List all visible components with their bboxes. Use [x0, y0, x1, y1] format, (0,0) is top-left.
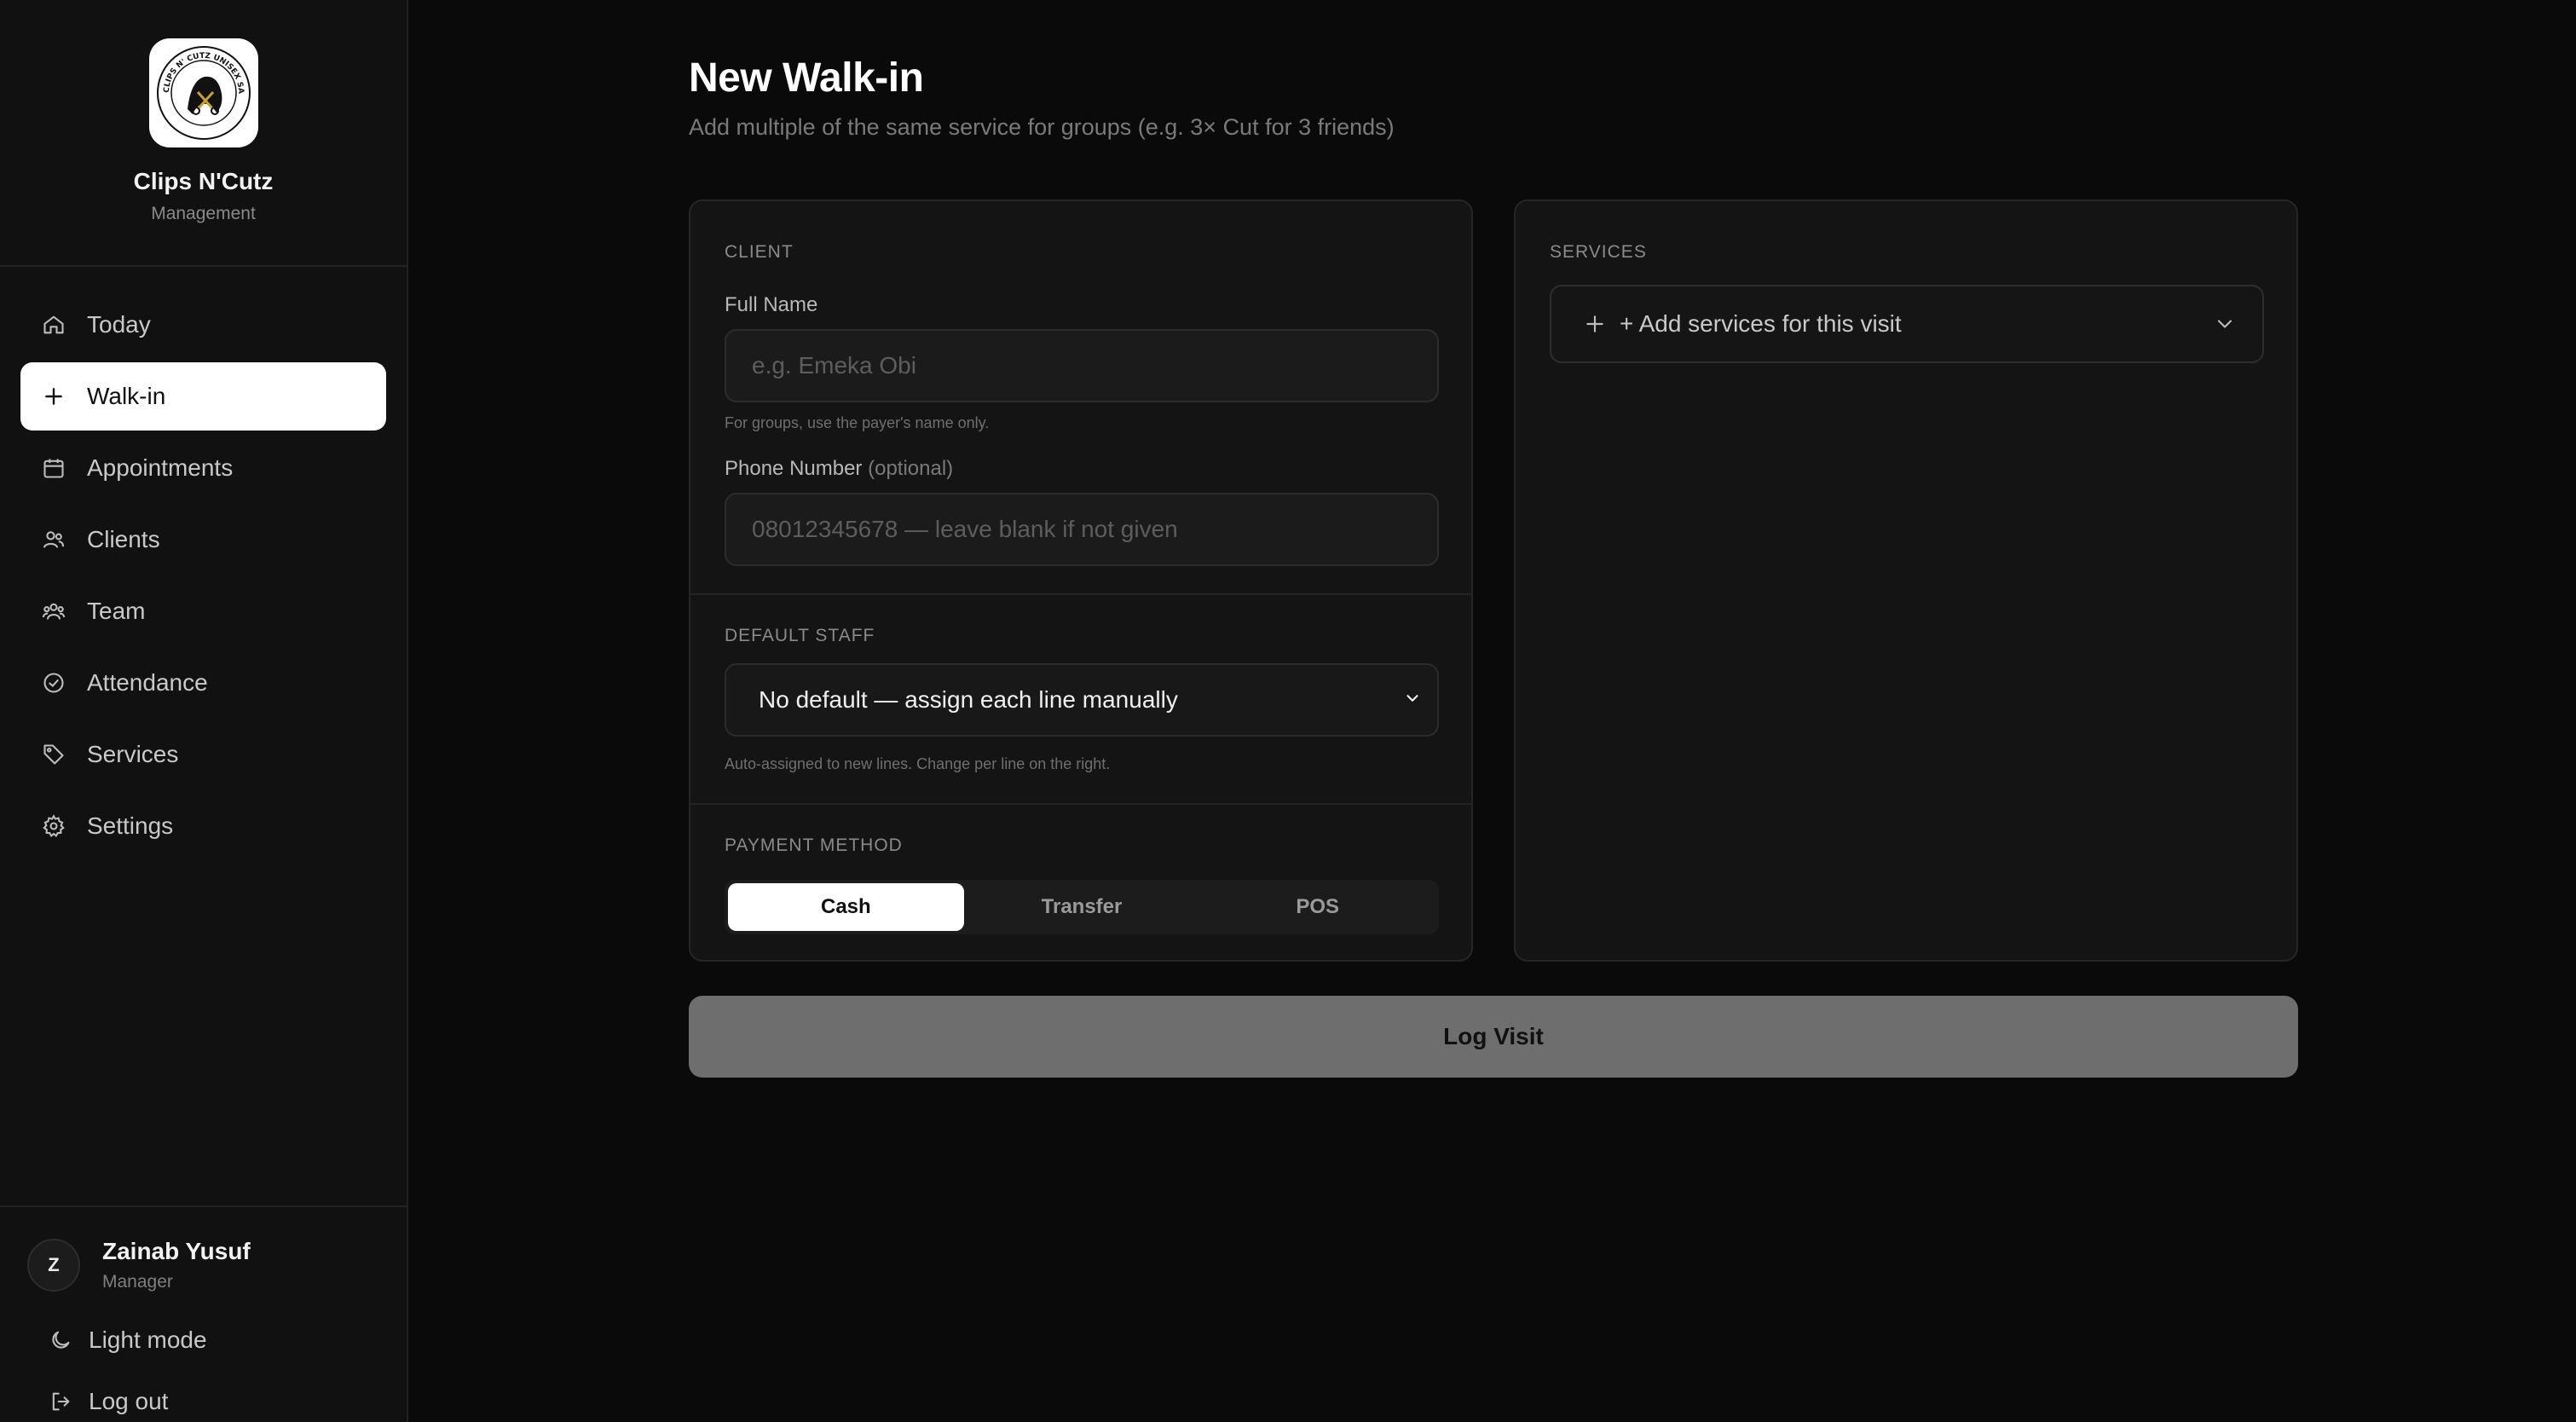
- payment-method-label: PAYMENT METHOD: [725, 835, 903, 855]
- brand-name: Clips N'Cutz: [133, 168, 274, 194]
- plus-icon: [1582, 311, 1608, 337]
- nav-item-label: Clients: [87, 526, 160, 552]
- plus-icon: [41, 384, 66, 409]
- team-icon: [41, 598, 66, 624]
- divider: [690, 803, 1471, 805]
- phone-label: Phone Number (optional): [725, 457, 953, 481]
- brand-subtitle: Management: [151, 204, 256, 223]
- chevron-down-icon: [2213, 312, 2237, 336]
- nav-item-settings[interactable]: Settings: [20, 792, 386, 860]
- phone-optional-text: (optional): [868, 457, 954, 480]
- light-mode-toggle[interactable]: Light mode: [0, 1327, 407, 1354]
- payment-transfer-button[interactable]: Transfer: [964, 883, 1200, 931]
- nav-item-label: Appointments: [87, 454, 234, 481]
- full-name-hint: For groups, use the payer's name only.: [725, 414, 990, 431]
- home-icon: [41, 312, 66, 338]
- nav-item-walk-in[interactable]: Walk-in: [20, 362, 386, 431]
- nav-item-label: Services: [87, 741, 179, 767]
- nav-item-label: Attendance: [87, 669, 208, 696]
- payment-method-selector: Cash Transfer POS: [725, 880, 1439, 934]
- add-services-label: + Add services for this visit: [1620, 310, 1902, 337]
- add-services-dropdown[interactable]: + Add services for this visit: [1550, 285, 2264, 363]
- logout-icon: [48, 1389, 73, 1414]
- full-name-label: Full Name: [725, 293, 818, 316]
- user-profile[interactable]: Z Zainab Yusuf Manager: [0, 1207, 407, 1292]
- nav-item-appointments[interactable]: Appointments: [20, 434, 386, 502]
- client-card: CLIENT Full Name For groups, use the pay…: [689, 199, 1473, 962]
- page-title: New Walk-in: [689, 55, 924, 101]
- default-staff-select[interactable]: No default — assign each line manually: [725, 663, 1439, 737]
- sidebar-nav: Today Walk-in Appointments Clients Team: [0, 291, 407, 860]
- client-section-label: CLIENT: [725, 242, 794, 262]
- nav-item-attendance[interactable]: Attendance: [20, 649, 386, 717]
- nav-item-services[interactable]: Services: [20, 720, 386, 789]
- sidebar-footer: Z Zainab Yusuf Manager Light mode Log ou…: [0, 1205, 407, 1422]
- phone-input[interactable]: [725, 493, 1439, 566]
- payment-pos-button[interactable]: POS: [1199, 883, 1435, 931]
- nav-item-label: Today: [87, 311, 151, 338]
- logout-button[interactable]: Log out: [0, 1388, 407, 1415]
- calendar-icon: [41, 455, 66, 481]
- tag-icon: [41, 742, 66, 767]
- logout-label: Log out: [89, 1388, 169, 1414]
- sidebar: CLIPS N' CUTZ UNISEX SALON Clips N'Cutz …: [0, 0, 408, 1422]
- phone-label-text: Phone Number: [725, 457, 863, 480]
- user-role: Manager: [102, 1272, 173, 1292]
- check-circle-icon: [41, 670, 66, 696]
- chevron-down-icon: [1403, 686, 1422, 714]
- services-card: SERVICES + Add services for this visit: [1514, 199, 2298, 962]
- light-mode-label: Light mode: [89, 1327, 207, 1353]
- default-staff-value: No default — assign each line manually: [759, 686, 1178, 713]
- log-visit-button[interactable]: Log Visit: [689, 996, 2298, 1078]
- nav-item-label: Settings: [87, 812, 174, 839]
- default-staff-hint: Auto-assigned to new lines. Change per l…: [725, 755, 1111, 772]
- gear-icon: [41, 813, 66, 839]
- salon-logo: CLIPS N' CUTZ UNISEX SALON: [148, 38, 258, 147]
- divider: [690, 593, 1471, 595]
- nav-item-today[interactable]: Today: [20, 291, 386, 359]
- default-staff-label: DEFAULT STAFF: [725, 626, 875, 645]
- full-name-input[interactable]: [725, 329, 1439, 402]
- brand-header: CLIPS N' CUTZ UNISEX SALON Clips N'Cutz …: [0, 0, 407, 267]
- services-section-label: SERVICES: [1550, 242, 1647, 262]
- nav-item-label: Team: [87, 598, 146, 624]
- moon-icon: [48, 1327, 73, 1353]
- page-subtitle: Add multiple of the same service for gro…: [689, 114, 1395, 140]
- payment-cash-button[interactable]: Cash: [728, 883, 964, 931]
- nav-item-team[interactable]: Team: [20, 577, 386, 645]
- user-name: Zainab Yusuf: [102, 1238, 251, 1264]
- nav-item-label: Walk-in: [87, 383, 166, 409]
- users-icon: [41, 527, 66, 552]
- nav-item-clients[interactable]: Clients: [20, 506, 386, 574]
- avatar: Z: [27, 1239, 80, 1292]
